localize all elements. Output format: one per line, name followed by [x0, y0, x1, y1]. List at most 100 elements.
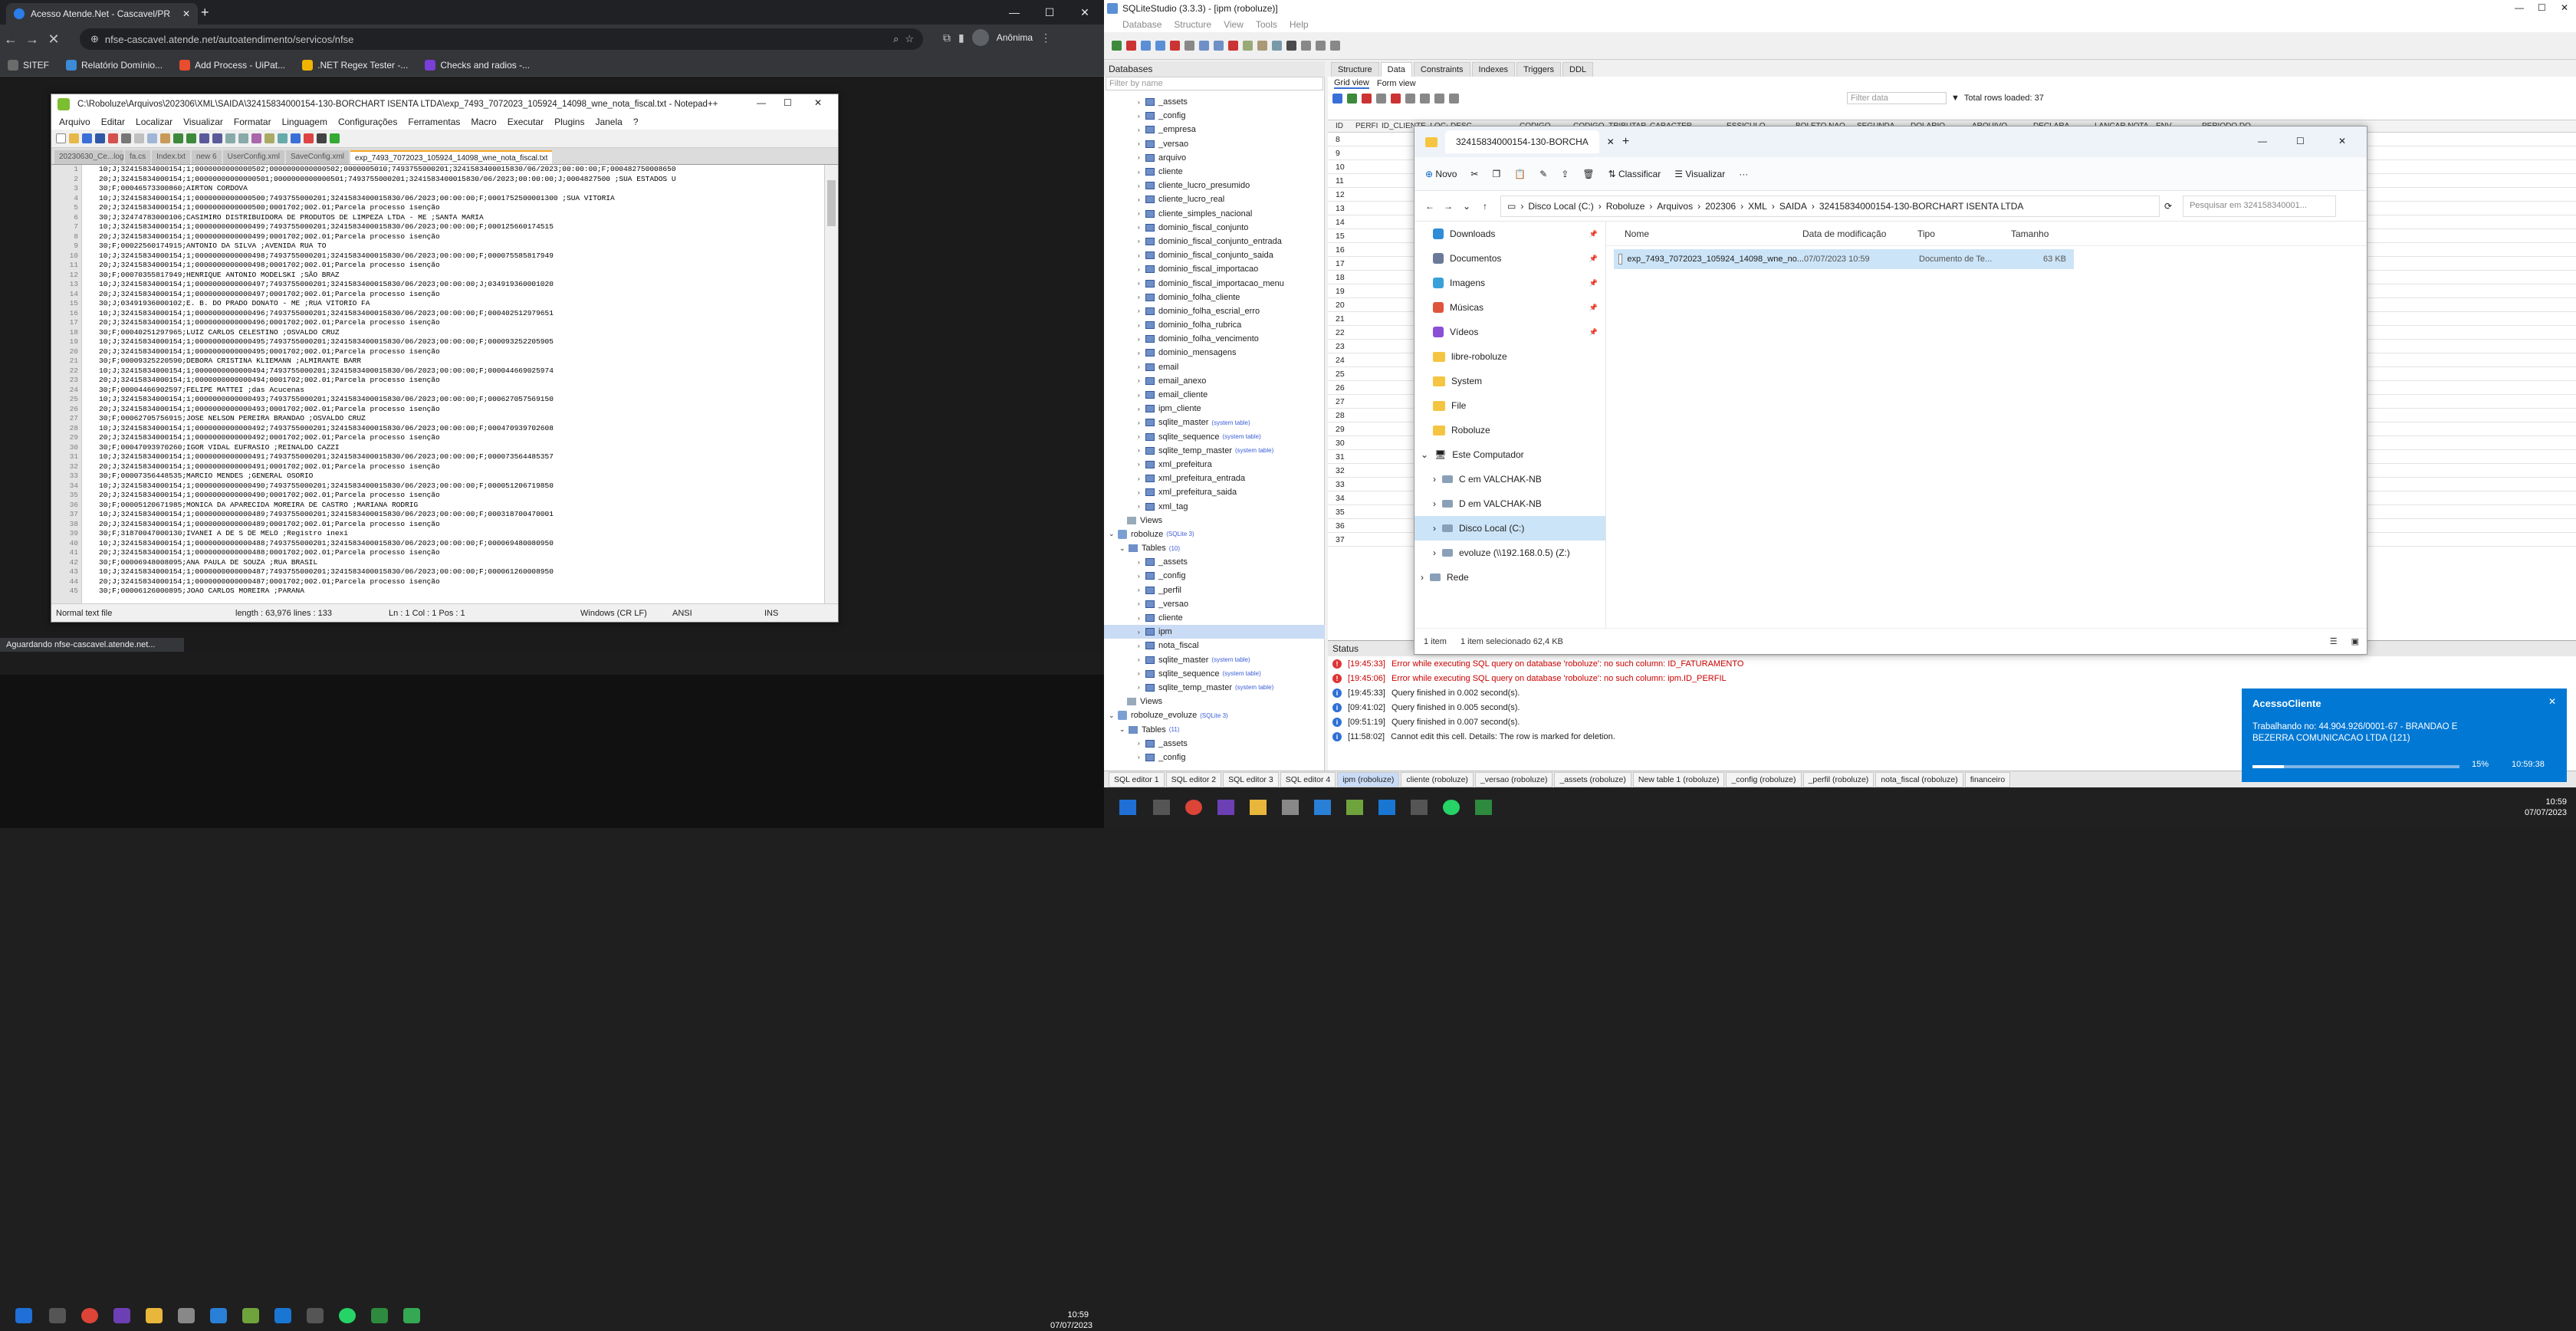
expand-arrow-icon[interactable]: ›: [1138, 447, 1145, 454]
text-line[interactable]: 10;J;32415834000154;1;0000000000000494;7…: [99, 366, 827, 376]
expand-arrow-icon[interactable]: ›: [1138, 210, 1145, 217]
expand-arrow-icon[interactable]: ›: [1138, 377, 1145, 384]
text-line[interactable]: 10;J;32415834000154;1;0000000000000492;7…: [99, 424, 827, 434]
chevron-down-icon[interactable]: ⌄: [1421, 449, 1428, 460]
expand-arrow-icon[interactable]: ›: [1138, 684, 1145, 691]
nav-item-pinned[interactable]: Documentos 📌: [1414, 246, 1605, 271]
tab-indexes[interactable]: Indexes: [1471, 62, 1516, 77]
menu-ferramentas[interactable]: Ferramentas: [408, 117, 460, 127]
file-explorer-icon[interactable]: [1250, 800, 1267, 815]
expand-arrow-icon[interactable]: ›: [1138, 169, 1145, 176]
notepadpp-icon[interactable]: [1346, 800, 1363, 815]
expand-arrow-icon[interactable]: ›: [1138, 294, 1145, 301]
menu-macro[interactable]: Macro: [471, 117, 496, 127]
text-line[interactable]: 20;J;32415834000154;1;0000000000000496;0…: [99, 318, 827, 328]
expand-arrow-icon[interactable]: ›: [1138, 113, 1145, 120]
details-view-icon[interactable]: ☰: [2330, 636, 2338, 646]
app-icon[interactable]: [274, 1308, 291, 1323]
tree-item[interactable]: › _config: [1104, 569, 1325, 583]
tree-item[interactable]: › dominio_fiscal_conjunto_saida: [1104, 248, 1325, 262]
text-line[interactable]: 10;J;32415834000154;1;0000000000000502;0…: [99, 165, 827, 175]
file-row[interactable]: exp_7493_7072023_105924_14098_wne_no... …: [1614, 249, 2074, 269]
col-type[interactable]: Tipo: [1917, 228, 2011, 239]
stop-macro-icon[interactable]: [317, 133, 327, 143]
col-name[interactable]: Nome: [1606, 228, 1802, 239]
site-info-icon[interactable]: ⊕: [90, 33, 99, 45]
nav-item-this-pc[interactable]: ⌄ 🖥 Este Computador: [1414, 442, 1605, 467]
row-id-cell[interactable]: 21: [1328, 314, 1355, 324]
row-id-cell[interactable]: 32: [1328, 466, 1355, 475]
nav-item-folder[interactable]: System: [1414, 369, 1605, 393]
expand-arrow-icon[interactable]: ›: [1138, 503, 1145, 510]
edit-table-icon[interactable]: [1214, 41, 1224, 51]
row-id-cell[interactable]: 11: [1328, 176, 1355, 186]
app-icon[interactable]: [371, 1308, 388, 1323]
expand-arrow-icon[interactable]: ›: [1138, 600, 1145, 607]
breadcrumb-item[interactable]: Disco Local (C:): [1528, 201, 1593, 212]
print-icon[interactable]: [121, 133, 131, 143]
expand-arrow-icon[interactable]: ›: [1138, 182, 1145, 189]
row-id-cell[interactable]: 27: [1328, 397, 1355, 406]
tree-item[interactable]: › cliente: [1104, 165, 1325, 179]
delete-table-icon[interactable]: [1228, 41, 1238, 51]
window-tab[interactable]: SQL editor 2: [1165, 771, 1222, 787]
text-line[interactable]: 30;F;00022560174915;ANTONIO DA SILVA ;AV…: [99, 242, 827, 251]
expand-arrow-icon[interactable]: ›: [1138, 670, 1145, 677]
tree-item[interactable]: › _config: [1104, 751, 1325, 764]
tree-item[interactable]: › sqlite_master (system table): [1104, 416, 1325, 429]
text-line[interactable]: 20;J;32415834000154;1;0000000000000498;0…: [99, 261, 827, 271]
expand-arrow-icon[interactable]: ›: [1138, 587, 1145, 593]
remove-database-icon[interactable]: [1170, 41, 1180, 51]
expand-arrow-icon[interactable]: ›: [1138, 336, 1145, 343]
text-line[interactable]: 30;J;32474783000106;CASIMIRO DISTRIBUIDO…: [99, 213, 827, 223]
tree-item[interactable]: › dominio_fiscal_conjunto: [1104, 221, 1325, 235]
text-line[interactable]: 30;F;00009325220590;DEBORA CRISTINA KLIE…: [99, 357, 827, 366]
nav-item-folder[interactable]: File: [1414, 393, 1605, 418]
col-size[interactable]: Tamanho: [2011, 228, 2072, 239]
tree-item[interactable]: ⌄ Tables (11): [1104, 722, 1325, 736]
chevron-right-icon[interactable]: ›: [1433, 547, 1436, 558]
menu-structure[interactable]: Structure: [1174, 19, 1211, 30]
chrome-icon[interactable]: [81, 1308, 98, 1323]
text-line[interactable]: 10;J;32415834000154;1;0000000000000488;7…: [99, 539, 827, 549]
tree-item[interactable]: › xml_prefeitura: [1104, 458, 1325, 472]
menu-localizar[interactable]: Localizar: [136, 117, 172, 127]
expand-arrow-icon[interactable]: ›: [1138, 629, 1145, 636]
breadcrumb-item[interactable]: Arquivos: [1657, 201, 1693, 212]
sync-icon[interactable]: [251, 133, 261, 143]
minimize-button[interactable]: —: [2515, 2, 2524, 13]
chrome-icon[interactable]: [1185, 800, 1202, 815]
tree-item[interactable]: › nota_fiscal: [1104, 639, 1325, 652]
row-id-cell[interactable]: 31: [1328, 452, 1355, 462]
tree-item[interactable]: › _versao: [1104, 137, 1325, 151]
breadcrumb-separator-icon[interactable]: ›: [1812, 201, 1815, 212]
tree-item[interactable]: ⌄ roboluze (SQLite 3): [1104, 527, 1325, 541]
window-tab[interactable]: SQL editor 1: [1109, 771, 1165, 787]
expand-arrow-icon[interactable]: ›: [1138, 238, 1145, 245]
row-id-cell[interactable]: 34: [1328, 494, 1355, 503]
text-line[interactable]: 10;J;32415834000154;1;0000000000000500;7…: [99, 194, 827, 204]
breadcrumb-item[interactable]: 202306: [1705, 201, 1736, 212]
whatsapp-icon[interactable]: [339, 1308, 356, 1323]
text-line[interactable]: 30;F;00062705756915;JOSE NELSON PEREIRA …: [99, 414, 827, 424]
tree-item[interactable]: › sqlite_master (system table): [1104, 653, 1325, 667]
add-view-icon[interactable]: [1272, 41, 1282, 51]
tree-item[interactable]: › email_anexo: [1104, 374, 1325, 388]
expand-arrow-icon[interactable]: ›: [1138, 461, 1145, 468]
collapse-arrow-icon[interactable]: ⌄: [1109, 712, 1118, 720]
npp-tab[interactable]: new 6: [191, 150, 222, 164]
tab-grid-view[interactable]: Grid view: [1334, 78, 1369, 89]
tree-item[interactable]: › xml_prefeitura_saida: [1104, 485, 1325, 499]
add-index-icon[interactable]: [1243, 41, 1253, 51]
menu-plugins[interactable]: Plugins: [554, 117, 584, 127]
tree-item[interactable]: › ipm: [1104, 625, 1325, 639]
bookmark-regex[interactable]: .NET Regex Tester -...: [302, 59, 408, 71]
window-tab[interactable]: _versao (roboluze): [1474, 771, 1553, 787]
add-table-icon[interactable]: [1199, 41, 1209, 51]
npp-tab[interactable]: UserConfig.xml: [222, 150, 284, 164]
expand-arrow-icon[interactable]: ›: [1138, 154, 1145, 161]
close-window-button[interactable]: ✕: [1067, 0, 1102, 25]
text-line[interactable]: 10;J;32415834000154;1;0000000000000497;7…: [99, 280, 827, 290]
row-id-cell[interactable]: 19: [1328, 287, 1355, 296]
nav-item-pinned[interactable]: Imagens 📌: [1414, 271, 1605, 295]
